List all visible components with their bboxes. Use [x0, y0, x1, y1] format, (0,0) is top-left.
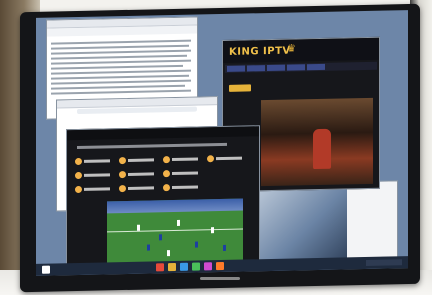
table-toolbar	[47, 25, 197, 37]
table-row	[51, 84, 185, 90]
monitor-logo	[200, 277, 240, 280]
address-bar[interactable]	[77, 106, 197, 115]
channel-button[interactable]	[84, 187, 110, 191]
browser-icon[interactable]	[156, 263, 164, 272]
movie-figure	[313, 128, 331, 170]
nav-item[interactable]	[247, 65, 265, 72]
channel-icon	[119, 185, 126, 193]
table-row	[51, 59, 191, 65]
channel-icon	[119, 157, 126, 165]
table-row	[51, 79, 191, 85]
player	[167, 250, 170, 257]
start-icon[interactable]	[42, 265, 50, 274]
stadium-stand	[107, 198, 243, 214]
player	[147, 244, 150, 251]
channel-icon	[207, 155, 214, 163]
table-row	[51, 39, 191, 45]
channel-button[interactable]	[128, 186, 154, 190]
player	[137, 224, 140, 231]
app-icon-3[interactable]	[216, 261, 224, 271]
channel-button[interactable]	[84, 173, 110, 177]
table-row	[51, 44, 189, 50]
nav-item[interactable]	[267, 64, 285, 72]
nav-item[interactable]	[307, 63, 325, 71]
player	[223, 244, 226, 251]
channel-button[interactable]	[84, 159, 110, 163]
photo-window[interactable]	[246, 180, 398, 262]
channel-guide-window[interactable]	[66, 125, 260, 270]
channel-button[interactable]	[172, 185, 198, 190]
table-row	[51, 69, 191, 75]
table-row	[51, 54, 187, 60]
channel-icon	[119, 171, 126, 179]
nav-item[interactable]	[287, 64, 305, 71]
player	[195, 241, 198, 248]
iptv-brand[interactable]: KING IPTV	[229, 46, 291, 58]
photo-content	[247, 182, 347, 261]
player	[211, 227, 214, 234]
feature-button[interactable]	[229, 84, 251, 92]
channel-button[interactable]	[128, 172, 154, 176]
side-panel	[347, 181, 397, 259]
channel-button[interactable]	[128, 158, 154, 162]
player	[177, 219, 180, 226]
nav-item[interactable]	[227, 65, 245, 72]
table-row	[51, 89, 191, 95]
crown-icon: ♛	[287, 43, 296, 55]
channel-icon	[75, 185, 82, 194]
monitor-screen: KING IPTV ♛	[36, 10, 408, 276]
system-tray[interactable]	[366, 259, 402, 266]
football-stream[interactable]	[107, 198, 243, 268]
pitch-line	[107, 228, 243, 233]
guide-header	[67, 126, 259, 141]
channel-icon	[163, 170, 170, 178]
channel-icon	[75, 157, 82, 166]
folder-icon[interactable]	[168, 262, 176, 272]
app-icon[interactable]	[192, 262, 200, 271]
channel-button[interactable]	[172, 157, 198, 162]
table-row	[51, 64, 183, 70]
channel-icon	[75, 171, 82, 180]
app-icon-2[interactable]	[204, 262, 212, 271]
channel-icon	[163, 156, 170, 164]
player	[159, 234, 162, 241]
table-row	[51, 74, 189, 80]
channel-icon	[163, 184, 170, 192]
channel-button[interactable]	[216, 156, 242, 161]
table-row	[51, 49, 191, 55]
guide-heading-text	[77, 142, 227, 150]
channel-button[interactable]	[172, 171, 198, 176]
media-icon[interactable]	[180, 262, 188, 271]
